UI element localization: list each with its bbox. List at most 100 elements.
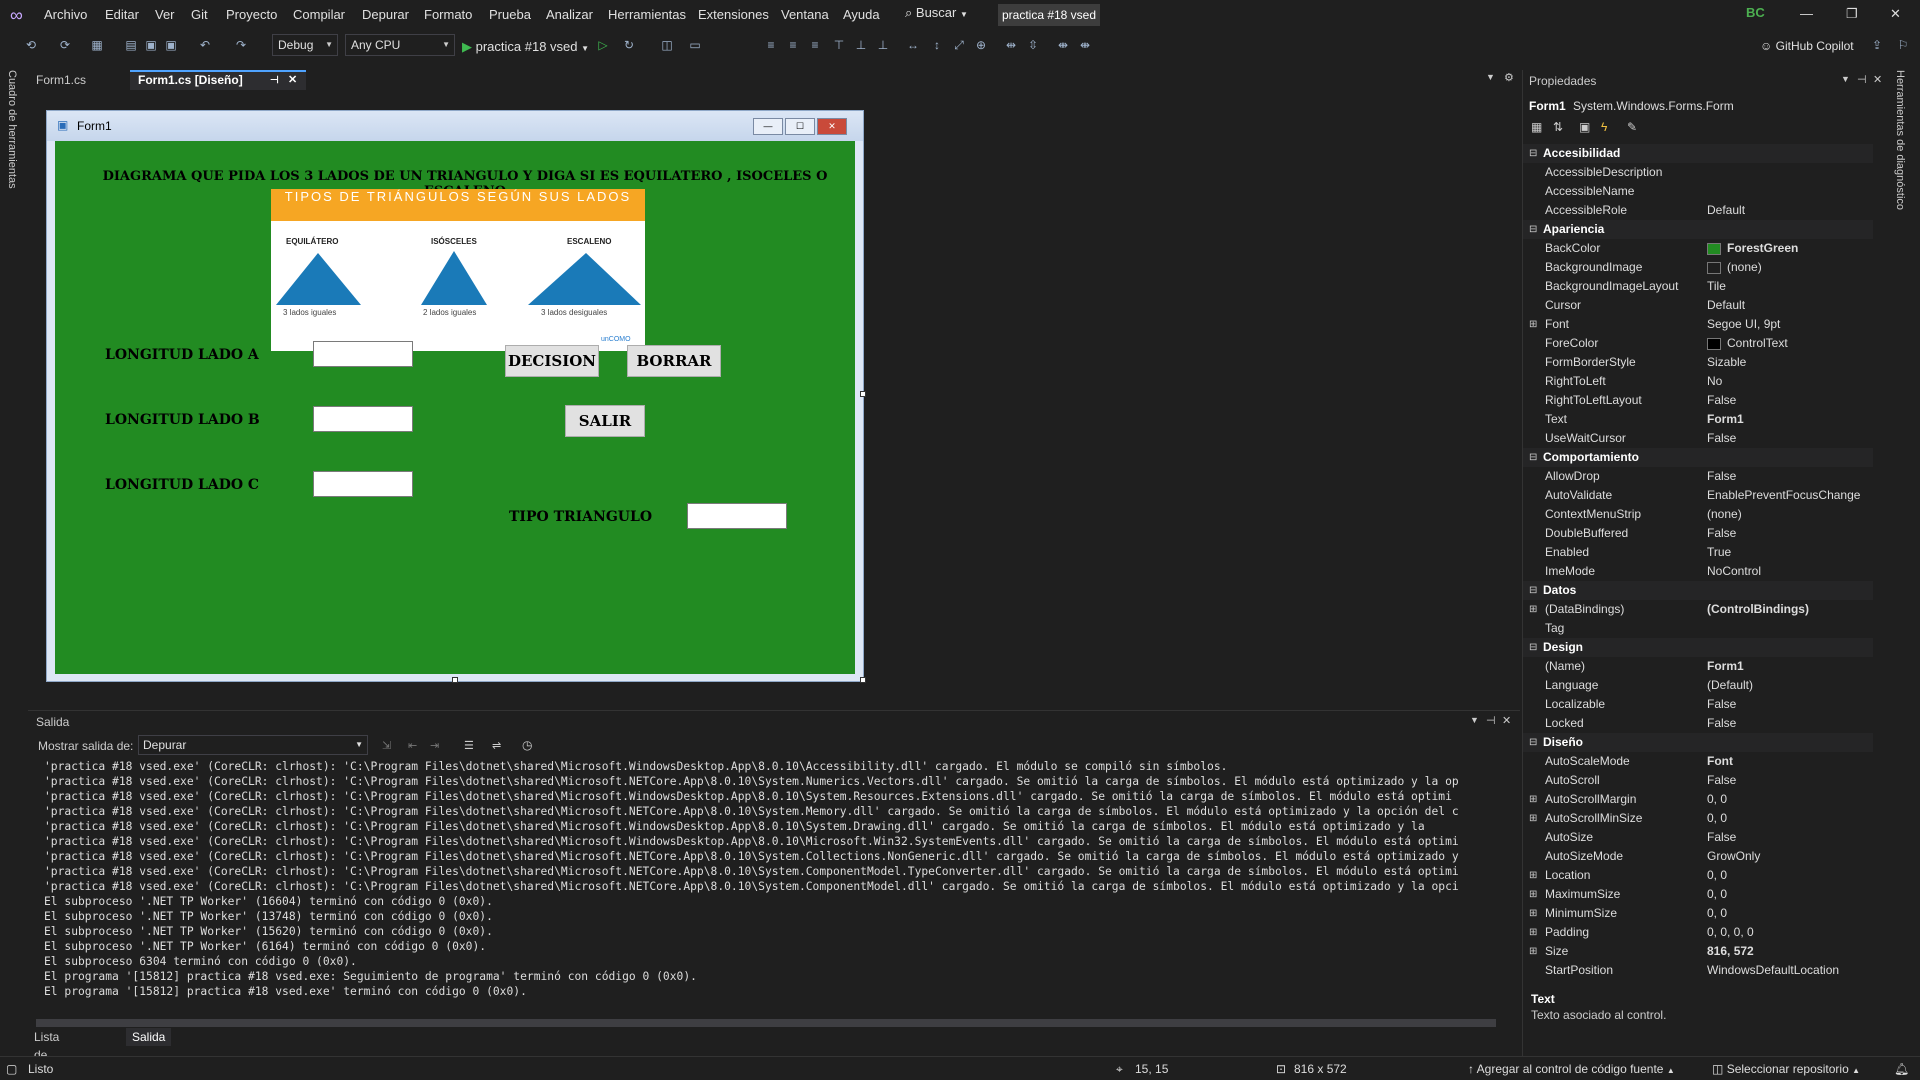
notifications-icon[interactable]: 🔔︎ bbox=[1894, 1062, 1909, 1076]
property-category[interactable]: ⊟ Apariencia bbox=[1523, 220, 1873, 239]
property-row[interactable]: AccessibleName bbox=[1523, 182, 1873, 201]
search-button[interactable]: ⌕ Buscar ▼ bbox=[905, 5, 968, 21]
restore-icon[interactable]: ❐ bbox=[1846, 6, 1858, 22]
property-row[interactable]: ⊞ AutoScrollMinSize 0, 0 bbox=[1523, 809, 1873, 828]
solution-title[interactable]: practica #18 vsed bbox=[998, 4, 1100, 26]
alphabetical-icon[interactable]: ⇅ bbox=[1553, 120, 1563, 134]
spacing-icon[interactable]: ⇹ bbox=[1004, 38, 1018, 52]
property-row[interactable]: (Name) Form1 bbox=[1523, 657, 1873, 676]
property-value[interactable]: 0, 0 bbox=[1707, 866, 1727, 885]
label-lado-a[interactable]: LONGITUD LADO A bbox=[105, 347, 259, 363]
menu-depurar[interactable]: Depurar bbox=[362, 7, 409, 22]
output-vertical-scrollbar[interactable] bbox=[1502, 759, 1514, 1011]
close-icon[interactable]: ✕ bbox=[1502, 714, 1511, 727]
layout-icon[interactable]: ▭ bbox=[688, 38, 702, 52]
property-value[interactable]: Default bbox=[1707, 296, 1745, 315]
property-value[interactable]: False bbox=[1707, 467, 1736, 486]
property-row[interactable]: ⊞ MinimumSize 0, 0 bbox=[1523, 904, 1873, 923]
property-row[interactable]: Tag bbox=[1523, 619, 1873, 638]
property-row[interactable]: AccessibleDescription bbox=[1523, 163, 1873, 182]
share-icon[interactable]: ⇪ bbox=[1870, 38, 1884, 52]
menu-editar[interactable]: Editar bbox=[105, 7, 139, 22]
property-category[interactable]: ⊟ Datos bbox=[1523, 581, 1873, 600]
property-row[interactable]: ⊞ Size 816, 572 bbox=[1523, 942, 1873, 961]
property-value[interactable]: (none) bbox=[1727, 258, 1762, 277]
github-copilot-button[interactable]: ☺ GitHub Copilot bbox=[1760, 39, 1854, 53]
property-row[interactable]: BackgroundImageLayout Tile bbox=[1523, 277, 1873, 296]
property-row[interactable]: AutoSizeMode GrowOnly bbox=[1523, 847, 1873, 866]
menu-prueba[interactable]: Prueba bbox=[489, 7, 531, 22]
same-width-icon[interactable]: ↔ bbox=[906, 38, 920, 52]
lado-c-textbox[interactable] bbox=[313, 471, 413, 497]
property-value[interactable]: False bbox=[1707, 391, 1736, 410]
property-row[interactable]: BackgroundImage (none) bbox=[1523, 258, 1873, 277]
property-row[interactable]: ⊞ AutoScrollMargin 0, 0 bbox=[1523, 790, 1873, 809]
property-category[interactable]: ⊟ Diseño bbox=[1523, 733, 1873, 752]
configuration-select[interactable]: Debug ▼ bbox=[272, 34, 338, 56]
property-value[interactable]: 816, 572 bbox=[1707, 942, 1754, 961]
property-value[interactable]: ControlText bbox=[1727, 334, 1788, 353]
property-value[interactable]: False bbox=[1707, 429, 1736, 448]
chevron-down-icon[interactable]: ▼ bbox=[1470, 715, 1479, 725]
undo-icon[interactable]: ↶ bbox=[198, 38, 212, 52]
property-row[interactable]: Language (Default) bbox=[1523, 676, 1873, 695]
resize-handle-bottom[interactable] bbox=[452, 677, 458, 683]
next-message-icon[interactable]: ⇥ bbox=[430, 739, 439, 752]
redo-icon[interactable]: ↷ bbox=[234, 38, 248, 52]
expand-icon[interactable]: ⊞ bbox=[1529, 942, 1537, 961]
lado-b-textbox[interactable] bbox=[313, 406, 413, 432]
property-value[interactable]: Default bbox=[1707, 201, 1745, 220]
property-row[interactable]: AutoScaleMode Font bbox=[1523, 752, 1873, 771]
triangle-types-picture[interactable]: TIPOS DE TRIÁNGULOS SEGÚN SUS LADOS EQUI… bbox=[271, 189, 645, 351]
property-value[interactable]: Tile bbox=[1707, 277, 1726, 296]
menu-ventana[interactable]: Ventana bbox=[781, 7, 829, 22]
property-row[interactable]: UseWaitCursor False bbox=[1523, 429, 1873, 448]
align-right-icon[interactable]: ≡ bbox=[808, 38, 822, 52]
menu-analizar[interactable]: Analizar bbox=[546, 7, 593, 22]
property-pages-icon[interactable]: ✎ bbox=[1627, 120, 1637, 134]
property-row[interactable]: RightToLeftLayout False bbox=[1523, 391, 1873, 410]
expand-icon[interactable]: ⊞ bbox=[1529, 866, 1537, 885]
property-row[interactable]: Locked False bbox=[1523, 714, 1873, 733]
start-debug-button[interactable]: ▶ practica #18 vsed ▼ bbox=[462, 39, 589, 55]
property-row[interactable]: BackColor ForestGreen bbox=[1523, 239, 1873, 258]
minimize-icon[interactable]: — bbox=[1800, 6, 1813, 21]
property-row[interactable]: ⊞ Padding 0, 0, 0, 0 bbox=[1523, 923, 1873, 942]
output-source-select[interactable]: Depurar ▼ bbox=[138, 735, 368, 755]
property-row[interactable]: ImeMode NoControl bbox=[1523, 562, 1873, 581]
expand-icon[interactable]: ⊞ bbox=[1529, 809, 1537, 828]
back-icon[interactable]: ⟲ bbox=[24, 38, 38, 52]
toolbox-tab[interactable]: Cuadro de herramientas bbox=[6, 70, 18, 189]
property-value[interactable]: (none) bbox=[1707, 505, 1742, 524]
close-tab-icon[interactable]: ✕ bbox=[288, 72, 297, 89]
property-row[interactable]: ⊞ MaximumSize 0, 0 bbox=[1523, 885, 1873, 904]
collapse-icon[interactable]: ⊟ bbox=[1529, 733, 1537, 752]
tab-form1-cs[interactable]: Form1.cs bbox=[28, 70, 126, 90]
property-value[interactable]: Segoe UI, 9pt bbox=[1707, 315, 1780, 334]
property-value[interactable]: EnablePreventFocusChange bbox=[1707, 486, 1860, 505]
menu-formato[interactable]: Formato bbox=[424, 7, 472, 22]
property-value[interactable]: NoControl bbox=[1707, 562, 1761, 581]
form-designer-window[interactable]: ▣ Form1 — ☐ ✕ DIAGRAMA QUE PIDA LOS 3 LA… bbox=[46, 110, 864, 682]
property-row[interactable]: ⊞ Location 0, 0 bbox=[1523, 866, 1873, 885]
previous-message-icon[interactable]: ⇤ bbox=[408, 739, 417, 752]
properties-icon[interactable]: ▣ bbox=[1579, 120, 1590, 134]
hot-reload-icon[interactable]: ↻ bbox=[622, 38, 636, 52]
output-text[interactable]: 'practica #18 vsed.exe' (CoreCLR: clrhos… bbox=[44, 759, 1524, 1011]
tab-form1-designer[interactable]: Form1.cs [Diseño] ⊣ ✕ bbox=[130, 70, 306, 90]
decision-button[interactable]: DECISION bbox=[505, 345, 599, 377]
label-lado-b[interactable]: LONGITUD LADO B bbox=[105, 412, 260, 428]
expand-icon[interactable]: ⊞ bbox=[1529, 904, 1537, 923]
collapse-icon[interactable]: ⊟ bbox=[1529, 638, 1537, 657]
same-height-icon[interactable]: ↕ bbox=[930, 38, 944, 52]
align-left-icon[interactable]: ≡ bbox=[764, 38, 778, 52]
new-project-icon[interactable]: ▦ bbox=[90, 38, 104, 52]
property-row[interactable]: Cursor Default bbox=[1523, 296, 1873, 315]
align-center-icon[interactable]: ≡ bbox=[786, 38, 800, 52]
collapse-icon[interactable]: ⊟ bbox=[1529, 220, 1537, 239]
browser-icon[interactable]: ◫ bbox=[660, 38, 674, 52]
align-top-icon[interactable]: ⊤ bbox=[832, 38, 846, 52]
categorized-icon[interactable]: ▦ bbox=[1531, 120, 1542, 134]
collapse-icon[interactable]: ⊟ bbox=[1529, 581, 1537, 600]
events-icon[interactable]: ϟ bbox=[1601, 120, 1607, 134]
